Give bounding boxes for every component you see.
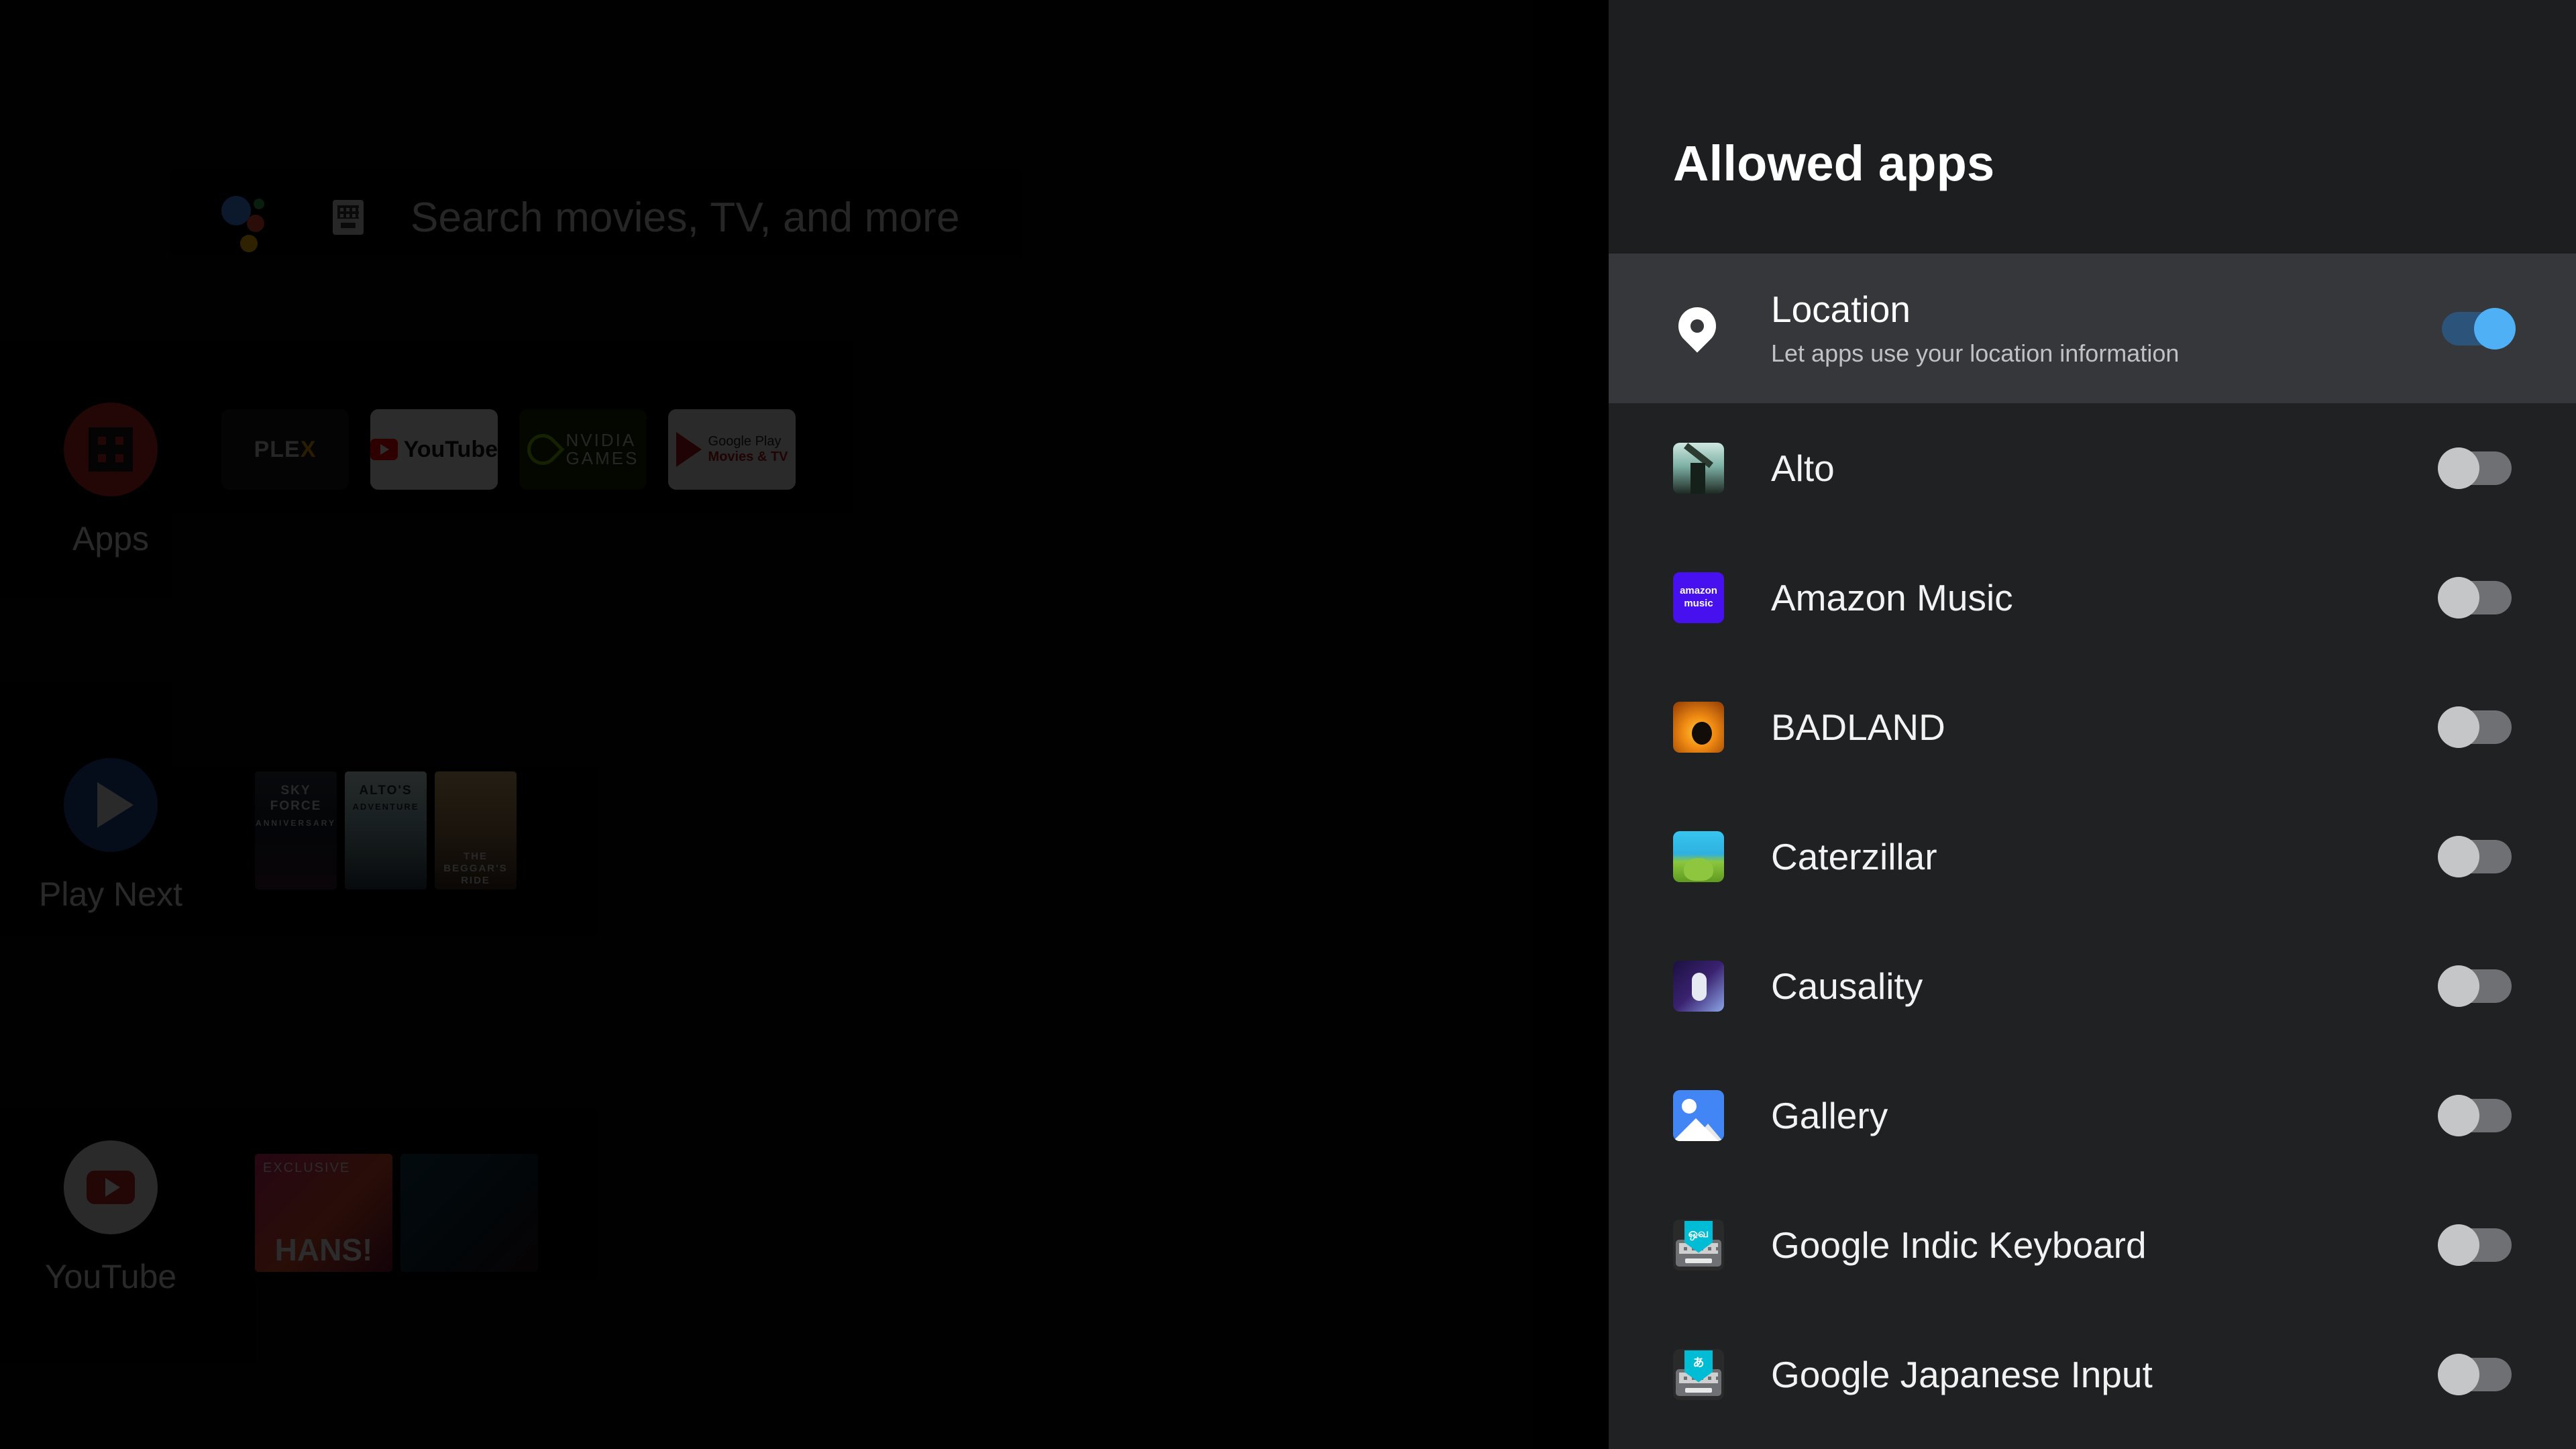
app-name: BADLAND: [1771, 706, 1945, 748]
app-row-google-japanese-input[interactable]: あ Google Japanese Input: [1609, 1309, 2576, 1439]
setting-row-location[interactable]: Location Let apps use your location info…: [1609, 254, 2576, 403]
app-toggle-badland[interactable]: [2438, 706, 2512, 748]
apps-grid-icon[interactable]: [64, 402, 158, 496]
apps-row-label: Apps: [72, 520, 149, 557]
amazon-music-app-icon: amazon music: [1673, 572, 1724, 623]
app-name: Caterzillar: [1771, 835, 1937, 877]
badland-app-icon: [1673, 701, 1724, 753]
app-row-caterzillar[interactable]: Caterzillar: [1609, 792, 2576, 921]
tile-youtube[interactable]: YouTube: [370, 409, 498, 490]
card-sky-force[interactable]: SKY FORCE ANNIVERSARY: [255, 771, 337, 890]
app-toggle-causality[interactable]: [2438, 965, 2512, 1007]
play-next-row-header[interactable]: Play Next: [0, 758, 221, 914]
app-toggle-alto[interactable]: [2438, 447, 2512, 489]
location-pin-icon: [1670, 299, 1724, 353]
apps-row: Apps PLE X YouTube NVIDIA GAMES Google P…: [0, 402, 796, 558]
youtube-cards: EXCLUSIVE HANS!: [255, 1154, 538, 1272]
app-name: Alto: [1771, 447, 1835, 489]
location-subtitle: Let apps use your location information: [1771, 339, 2180, 368]
app-row-gallery[interactable]: Gallery: [1609, 1051, 2576, 1180]
google-assistant-dots-icon: [221, 188, 280, 252]
caterzillar-app-icon: [1673, 830, 1724, 882]
app-name: Google Indic Keyboard: [1771, 1224, 2147, 1266]
tile-plex[interactable]: PLE X: [221, 409, 349, 490]
app-row-amazon-music[interactable]: amazon music Amazon Music: [1609, 533, 2576, 662]
youtube-row-header[interactable]: YouTube: [0, 1140, 221, 1296]
card-football[interactable]: [400, 1154, 538, 1272]
search-placeholder: Search movies, TV, and more: [411, 194, 960, 241]
youtube-row: YouTube EXCLUSIVE HANS!: [0, 1140, 538, 1296]
tile-google-play-movies[interactable]: Google Play Movies & TV: [668, 409, 796, 490]
card-altos-adventure[interactable]: ALTO'S ADVENTURE: [345, 771, 427, 890]
play-triangle-icon[interactable]: [64, 758, 158, 852]
app-toggle-gallery[interactable]: [2438, 1094, 2512, 1136]
app-name: Google Japanese Input: [1771, 1353, 2153, 1395]
causality-app-icon: [1673, 960, 1724, 1012]
japanese-input-app-icon: あ: [1673, 1348, 1724, 1400]
tile-nvidia-games[interactable]: NVIDIA GAMES: [519, 409, 647, 490]
youtube-row-label: YouTube: [44, 1258, 177, 1295]
app-toggle-google-japanese-input[interactable]: [2438, 1353, 2512, 1395]
keyboard-icon[interactable]: [333, 200, 364, 235]
app-toggle-google-indic-keyboard[interactable]: [2438, 1224, 2512, 1266]
screen: Search movies, TV, and more Apps PLE X Yo…: [0, 0, 2576, 1449]
app-row-google-indic-keyboard[interactable]: ஒவ Google Indic Keyboard: [1609, 1180, 2576, 1309]
play-store-triangle-icon: [676, 432, 702, 467]
app-toggle-amazon-music[interactable]: [2438, 576, 2512, 619]
indic-keyboard-app-icon: ஒவ: [1673, 1219, 1724, 1271]
app-row-alto[interactable]: Alto: [1609, 403, 2576, 533]
alto-app-icon: [1673, 442, 1724, 494]
card-beggars-ride[interactable]: THE BEGGAR'S RIDE: [435, 771, 517, 890]
apps-row-header[interactable]: Apps: [0, 402, 221, 558]
app-name: Causality: [1771, 965, 1923, 1007]
play-next-row: Play Next SKY FORCE ANNIVERSARY ALTO'S A…: [0, 758, 517, 914]
location-toggle[interactable]: [2442, 307, 2516, 350]
youtube-play-icon[interactable]: [64, 1140, 158, 1234]
panel-header: Allowed apps: [1609, 0, 2576, 254]
location-title: Location: [1771, 288, 1911, 330]
app-row-causality[interactable]: Causality: [1609, 921, 2576, 1051]
app-row-badland[interactable]: BADLAND: [1609, 662, 2576, 792]
app-name: Gallery: [1771, 1094, 1888, 1136]
apps-tiles: PLE X YouTube NVIDIA GAMES Google Play M…: [221, 409, 796, 490]
page-title: Allowed apps: [1673, 136, 1995, 191]
app-toggle-caterzillar[interactable]: [2438, 835, 2512, 877]
search-bar[interactable]: Search movies, TV, and more: [221, 188, 960, 252]
nvidia-eye-icon: [521, 427, 565, 472]
gallery-app-icon: [1673, 1089, 1724, 1141]
play-next-row-label: Play Next: [39, 875, 182, 913]
allowed-apps-panel: Allowed apps Location Let apps use your …: [1609, 0, 2576, 1449]
location-texts: Location Let apps use your location info…: [1771, 288, 2442, 368]
card-hans[interactable]: EXCLUSIVE HANS!: [255, 1154, 392, 1272]
play-next-cards: SKY FORCE ANNIVERSARY ALTO'S ADVENTURE T…: [255, 771, 517, 890]
app-name: Amazon Music: [1771, 576, 2013, 619]
youtube-play-icon: [370, 439, 398, 460]
